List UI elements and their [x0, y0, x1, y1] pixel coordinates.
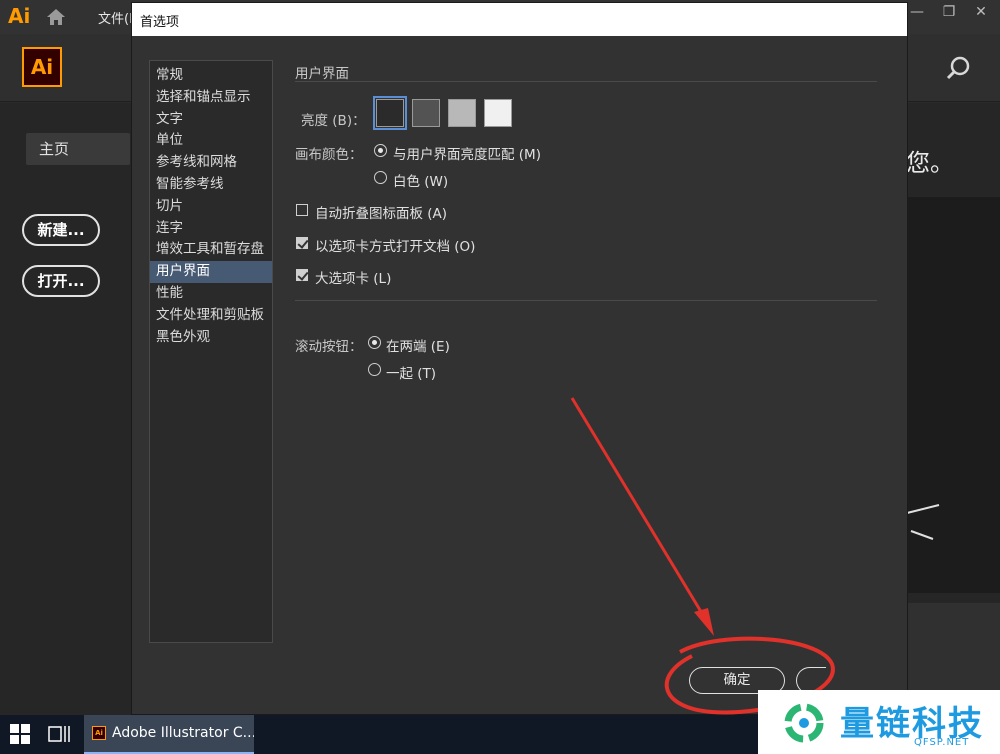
category-item[interactable]: 连字	[150, 218, 272, 240]
category-item[interactable]: 文字	[150, 109, 272, 131]
canvas-white-radio[interactable]	[374, 171, 387, 184]
search-icon[interactable]	[946, 55, 972, 81]
category-list: 常规 选择和锚点显示 文字 单位 参考线和网格 智能参考线 切片 连字 增效工具和暂存盘 用户界面…	[149, 60, 273, 643]
canvas-match-label[interactable]: 与用户界面亮度匹配 (M)	[393, 143, 541, 163]
watermark: 量链科技 QFSP.NET	[758, 690, 1000, 754]
canvas-match-radio[interactable]	[374, 144, 387, 157]
category-item[interactable]: 常规	[150, 65, 272, 87]
watermark-logo-icon	[784, 703, 824, 743]
task-view-icon[interactable]	[48, 724, 70, 744]
category-item[interactable]: 智能参考线	[150, 174, 272, 196]
canvas-white-label[interactable]: 白色 (W)	[393, 170, 448, 190]
category-item[interactable]: 切片	[150, 196, 272, 218]
restore-icon[interactable]: ❐	[936, 2, 962, 24]
category-item[interactable]: 选择和锚点显示	[150, 87, 272, 109]
section-divider	[295, 81, 877, 82]
canvas-color-label: 画布颜色：	[295, 147, 363, 163]
open-as-tabs-checkbox[interactable]	[296, 237, 308, 249]
category-item[interactable]: 黑色外观	[150, 327, 272, 349]
dialog-titlebar: 首选项	[132, 3, 907, 36]
brightness-medium-dark-swatch[interactable]	[412, 99, 440, 127]
new-button[interactable]: 新建...	[22, 214, 100, 246]
scroll-together-label[interactable]: 一起 (T)	[386, 362, 436, 382]
illustrator-taskbar-icon: Ai	[92, 726, 106, 740]
close-window-icon[interactable]: ✕	[968, 2, 994, 24]
windows-start-icon[interactable]	[10, 724, 30, 744]
app-logo: Ai	[22, 47, 62, 87]
welcome-text-fragment: 您。	[906, 149, 954, 177]
brightness-light-swatch[interactable]	[484, 99, 512, 127]
large-tabs-label[interactable]: 大选项卡 (L)	[315, 267, 391, 287]
auto-collapse-label[interactable]: 自动折叠图标面板 (A)	[315, 202, 447, 222]
scroll-together-radio[interactable]	[368, 363, 381, 376]
open-button[interactable]: 打开...	[22, 265, 100, 297]
decorative-marks	[906, 504, 940, 540]
category-item[interactable]: 单位	[150, 130, 272, 152]
taskbar-app-label: Adobe Illustrator C...	[112, 725, 254, 741]
large-tabs-checkbox[interactable]	[296, 269, 308, 281]
brightness-label: 亮度 (B)：	[301, 113, 366, 129]
options-divider	[295, 300, 877, 301]
brightness-medium-light-swatch[interactable]	[448, 99, 476, 127]
category-item[interactable]: 参考线和网格	[150, 152, 272, 174]
scroll-ends-label[interactable]: 在两端 (E)	[386, 335, 450, 355]
app-small-logo: Ai	[8, 4, 31, 28]
taskbar-illustrator-item[interactable]: Ai Adobe Illustrator C...	[84, 715, 254, 754]
watermark-subtext: QFSP.NET	[914, 737, 970, 748]
category-item[interactable]: 用户界面	[150, 261, 272, 283]
auto-collapse-checkbox[interactable]	[296, 204, 308, 216]
scroll-buttons-label: 滚动按钮：	[295, 339, 363, 355]
window-controls: — ❐ ✕	[904, 2, 994, 24]
scroll-ends-radio[interactable]	[368, 336, 381, 349]
brightness-dark-swatch[interactable]	[373, 96, 407, 130]
category-item[interactable]: 性能	[150, 283, 272, 305]
section-title: 用户界面	[295, 66, 349, 82]
preferences-dialog: 首选项 常规 选择和锚点显示 文字 单位 参考线和网格 智能参考线 切片 连字 增效工具和暂存盘…	[131, 2, 908, 715]
open-as-tabs-label[interactable]: 以选项卡方式打开文档 (O)	[315, 235, 475, 255]
category-item[interactable]: 文件处理和剪贴板	[150, 305, 272, 327]
menu-file[interactable]: 文件(F)	[98, 8, 132, 27]
home-tab[interactable]: 主页	[26, 133, 130, 165]
dialog-title: 首选项	[140, 15, 180, 30]
category-item[interactable]: 增效工具和暂存盘	[150, 239, 272, 261]
home-icon[interactable]	[46, 8, 66, 26]
